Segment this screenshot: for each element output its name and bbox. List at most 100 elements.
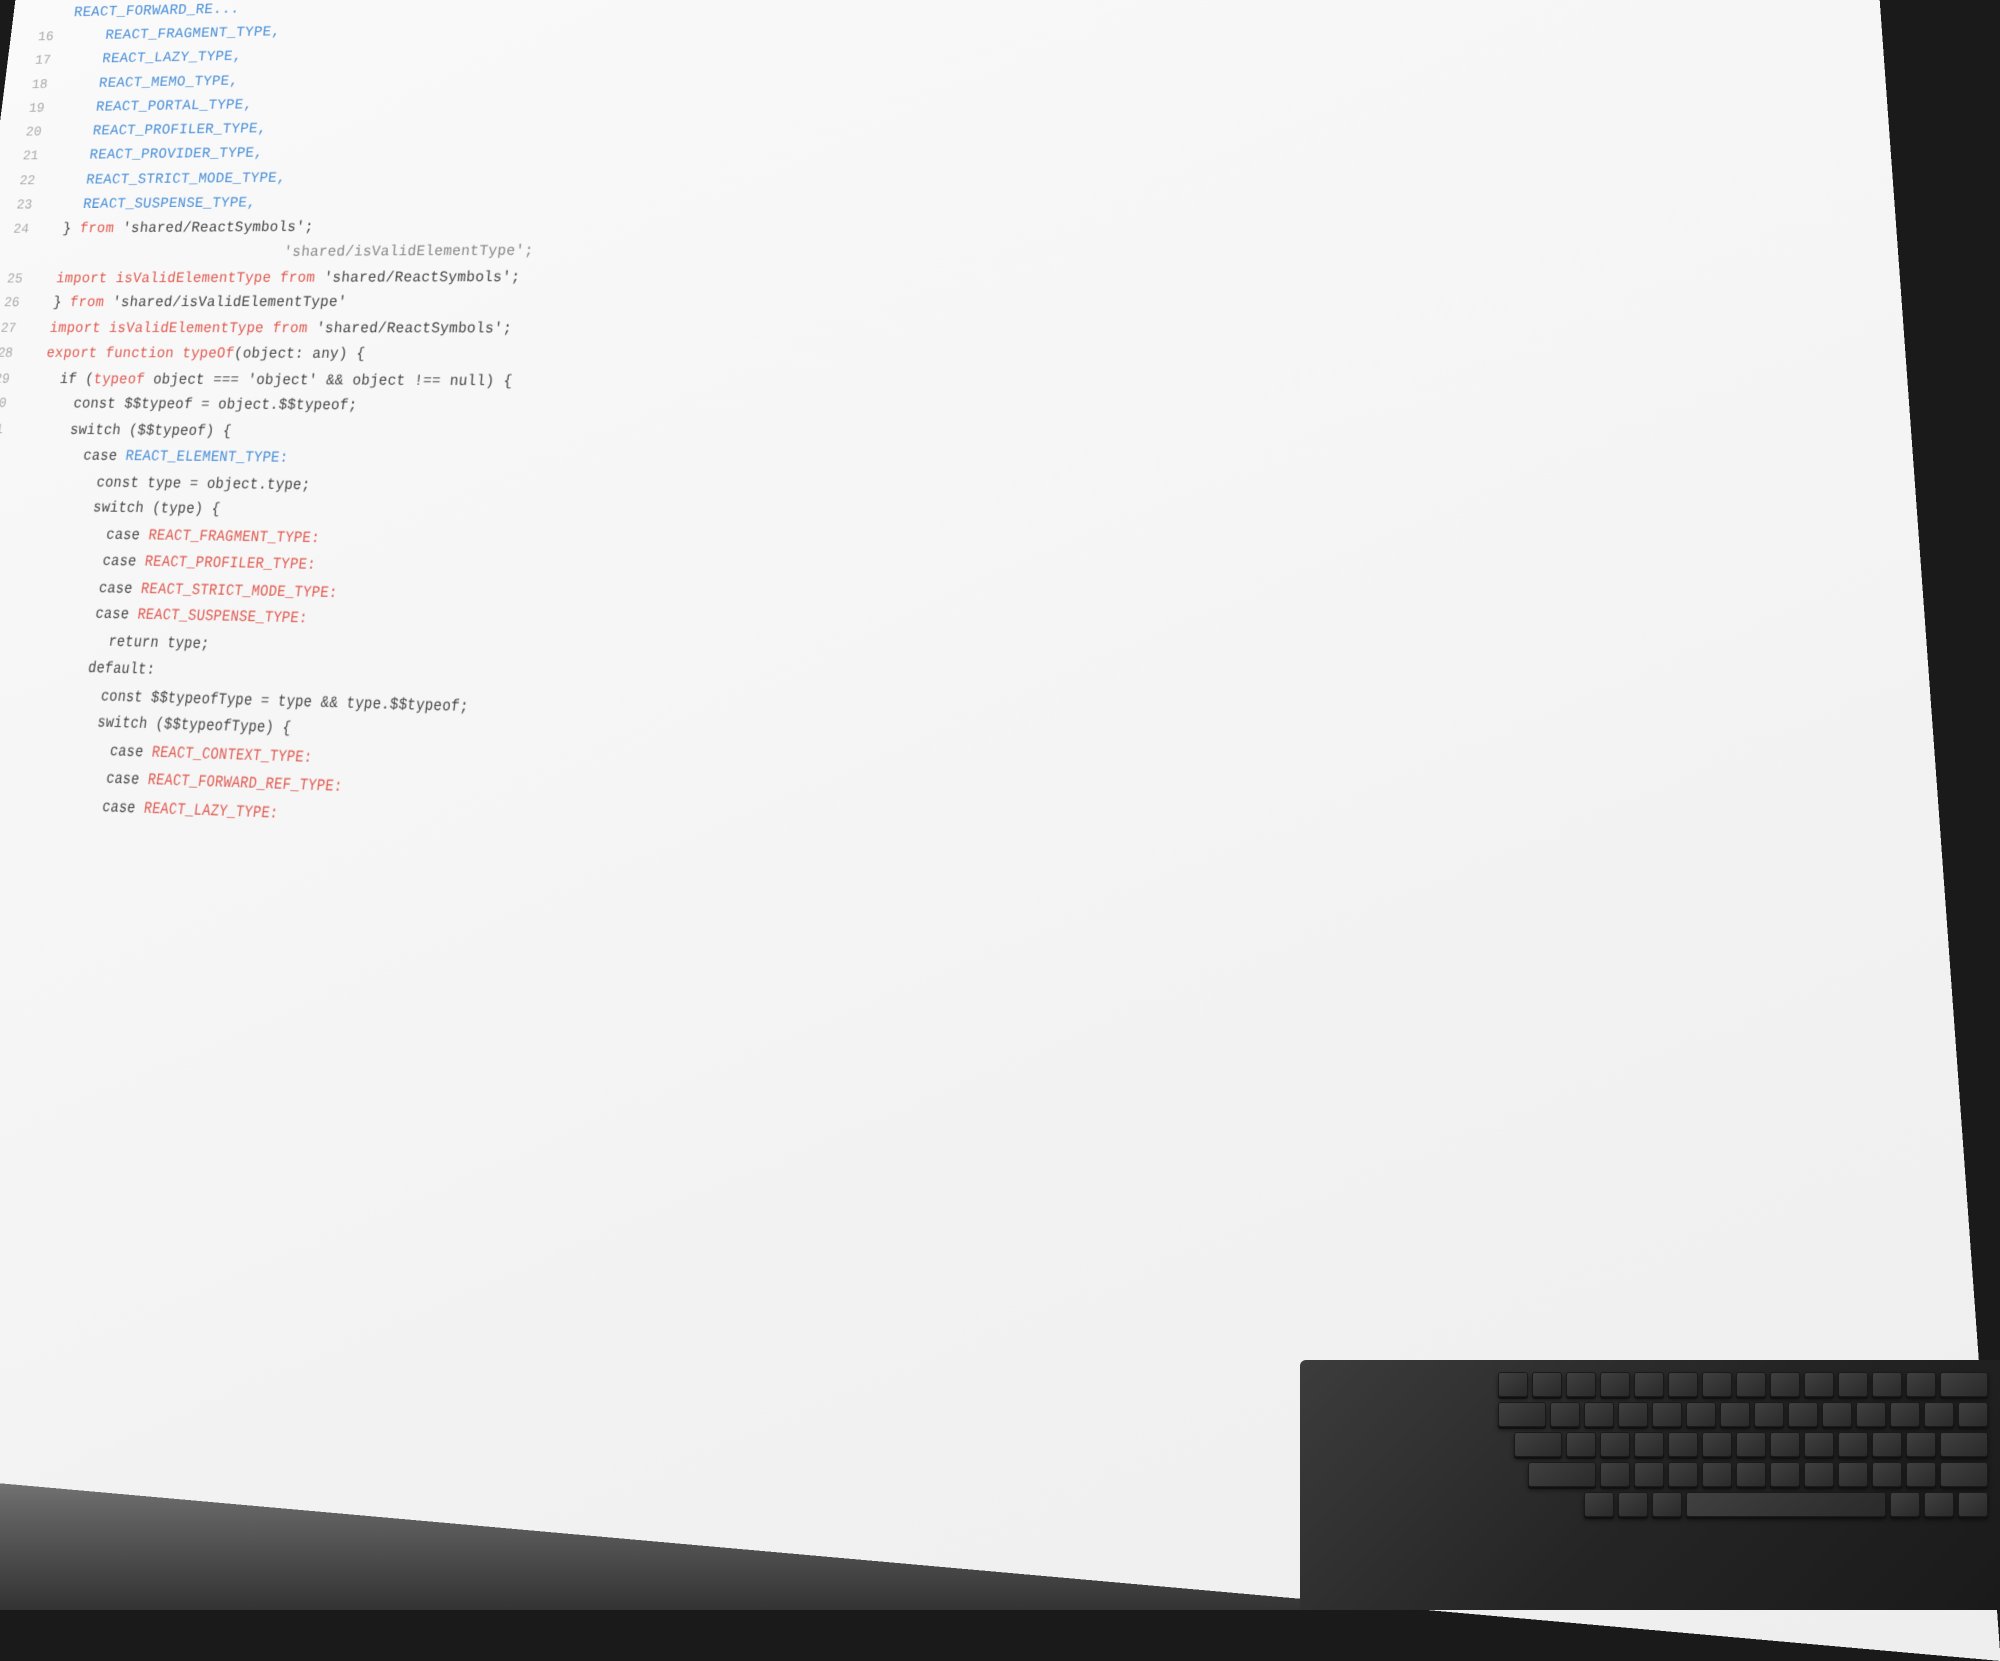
keyboard-key[interactable] bbox=[1702, 1372, 1732, 1397]
line-code: } from 'shared/ReactSymbols'; bbox=[44, 215, 315, 241]
keyboard-key[interactable] bbox=[1804, 1372, 1834, 1397]
keyboard-key[interactable] bbox=[1600, 1462, 1630, 1487]
keyboard-key[interactable] bbox=[1668, 1462, 1698, 1487]
keyboard-key[interactable] bbox=[1924, 1402, 1954, 1427]
keyboard-key[interactable] bbox=[1618, 1402, 1648, 1427]
line-code: const type = object.type; bbox=[11, 468, 311, 497]
keyboard-key[interactable] bbox=[1838, 1462, 1868, 1487]
keyboard-key[interactable] bbox=[1872, 1372, 1902, 1397]
line-number bbox=[13, 16, 73, 17]
keyboard-row bbox=[1312, 1462, 1988, 1487]
keyboard-key[interactable] bbox=[1514, 1432, 1562, 1457]
keyboard-key[interactable] bbox=[1736, 1462, 1766, 1487]
keyboard-key[interactable] bbox=[1584, 1402, 1614, 1427]
line-number: 27 bbox=[0, 318, 34, 341]
keyboard-key[interactable] bbox=[1890, 1492, 1920, 1517]
keyboard-key[interactable] bbox=[1906, 1462, 1936, 1487]
code-line: 26 } from 'shared/isValidElementType' bbox=[0, 287, 1797, 315]
keyboard-key[interactable] bbox=[1906, 1432, 1936, 1457]
line-code: } from 'shared/isValidElementType' bbox=[35, 290, 348, 315]
keyboard-key[interactable] bbox=[1924, 1492, 1954, 1517]
keyboard-key[interactable] bbox=[1532, 1372, 1562, 1397]
keyboard-key[interactable] bbox=[1600, 1432, 1630, 1457]
line-code: REACT_PROVIDER_TYPE, bbox=[54, 141, 264, 167]
line-number: 29 bbox=[0, 368, 28, 391]
line-number: 25 bbox=[0, 268, 41, 291]
line-code: default: bbox=[0, 652, 157, 683]
line-code: switch (type) { bbox=[8, 494, 222, 522]
line-code: import isValidElementType from 'shared/R… bbox=[38, 264, 521, 290]
keyboard-key[interactable] bbox=[1958, 1402, 1988, 1427]
keyboard-key[interactable] bbox=[1838, 1432, 1868, 1457]
keyboard-key[interactable] bbox=[1566, 1432, 1596, 1457]
line-number: 24 bbox=[0, 219, 47, 242]
keyboard-key[interactable] bbox=[1788, 1402, 1818, 1427]
line-code: switch ($$typeof) { bbox=[18, 417, 233, 444]
code-line: 27 import isValidElementType from 'share… bbox=[0, 316, 1790, 344]
keyboard-row bbox=[1312, 1432, 1988, 1457]
keyboard-key[interactable] bbox=[1736, 1372, 1766, 1397]
line-number: 28 bbox=[0, 343, 31, 366]
keyboard-key[interactable] bbox=[1822, 1402, 1852, 1427]
line-code: REACT_SUSPENSE_TYPE, bbox=[48, 191, 258, 217]
keyboard-key[interactable] bbox=[1940, 1432, 1988, 1457]
keyboard-key[interactable] bbox=[1652, 1492, 1682, 1517]
line-number: 22 bbox=[0, 170, 54, 193]
line-code: return type; bbox=[0, 626, 211, 657]
keyboard-key[interactable] bbox=[1958, 1492, 1988, 1517]
keyboard-key[interactable] bbox=[1838, 1372, 1868, 1397]
line-code: if (typeof object === 'object' && object… bbox=[25, 366, 514, 393]
keyboard-key[interactable] bbox=[1770, 1372, 1800, 1397]
keyboard-key[interactable] bbox=[1686, 1402, 1716, 1427]
line-number: 21 bbox=[0, 146, 57, 169]
keyboard-key[interactable] bbox=[1770, 1462, 1800, 1487]
line-code: REACT_MEMO_TYPE, bbox=[63, 69, 239, 95]
keyboard-key[interactable] bbox=[1634, 1462, 1664, 1487]
keyboard-key[interactable] bbox=[1618, 1492, 1648, 1517]
keyboard-key[interactable] bbox=[1566, 1372, 1596, 1397]
keyboard-key[interactable] bbox=[1754, 1402, 1784, 1427]
keyboard-key[interactable] bbox=[1584, 1492, 1614, 1517]
keyboard-key[interactable] bbox=[1634, 1372, 1664, 1397]
keyboard-row bbox=[1312, 1402, 1988, 1427]
line-code: REACT_FRAGMENT_TYPE, bbox=[70, 20, 282, 47]
line-code: REACT_LAZY_TYPE, bbox=[67, 45, 243, 72]
keyboard-key[interactable] bbox=[1702, 1462, 1732, 1487]
keyboard-key[interactable] bbox=[1856, 1402, 1886, 1427]
keyboard-key[interactable] bbox=[1770, 1432, 1800, 1457]
line-number: 18 bbox=[3, 74, 66, 97]
line-code: import isValidElementType from 'shared/R… bbox=[31, 316, 513, 341]
keyboard-key[interactable] bbox=[1498, 1402, 1546, 1427]
line-number: 19 bbox=[0, 98, 63, 121]
keyboard-key[interactable] bbox=[1872, 1432, 1902, 1457]
keyboard-key[interactable] bbox=[1668, 1432, 1698, 1457]
keyboard-key[interactable] bbox=[1906, 1372, 1936, 1397]
keyboard-key[interactable] bbox=[1872, 1462, 1902, 1487]
line-code: REACT_PORTAL_TYPE, bbox=[60, 93, 253, 119]
keyboard-key[interactable] bbox=[1736, 1432, 1766, 1457]
keyboard-key[interactable] bbox=[1528, 1462, 1596, 1487]
line-number: 26 bbox=[0, 293, 38, 316]
line-number: 17 bbox=[6, 50, 69, 73]
line-code: case REACT_FRAGMENT_TYPE: bbox=[5, 520, 322, 551]
keyboard-key[interactable] bbox=[1720, 1402, 1750, 1427]
keyboard-key[interactable] bbox=[1940, 1462, 1988, 1487]
line-code: REACT_PROFILER_TYPE, bbox=[57, 117, 268, 143]
line-code: REACT_STRICT_MODE_TYPE, bbox=[51, 166, 287, 192]
keyboard-key[interactable] bbox=[1600, 1372, 1630, 1397]
keyboard-key[interactable] bbox=[1804, 1432, 1834, 1457]
keyboard-key[interactable] bbox=[1804, 1462, 1834, 1487]
keyboard-key[interactable] bbox=[1686, 1492, 1886, 1517]
keyboard-key[interactable] bbox=[1634, 1432, 1664, 1457]
keyboard-area bbox=[1300, 1360, 2000, 1610]
keyboard-key[interactable] bbox=[1668, 1372, 1698, 1397]
keyboard-key[interactable] bbox=[1940, 1372, 1988, 1397]
keyboard-key[interactable] bbox=[1702, 1432, 1732, 1457]
keyboard-key[interactable] bbox=[1652, 1402, 1682, 1427]
keyboard-row bbox=[1312, 1492, 1988, 1517]
line-code: export function typeOf(object: any) { bbox=[28, 341, 366, 367]
keyboard-key[interactable] bbox=[1890, 1402, 1920, 1427]
keyboard-key[interactable] bbox=[1498, 1372, 1528, 1397]
line-code: const $$typeof = object.$$typeof; bbox=[21, 391, 358, 418]
keyboard-key[interactable] bbox=[1550, 1402, 1580, 1427]
